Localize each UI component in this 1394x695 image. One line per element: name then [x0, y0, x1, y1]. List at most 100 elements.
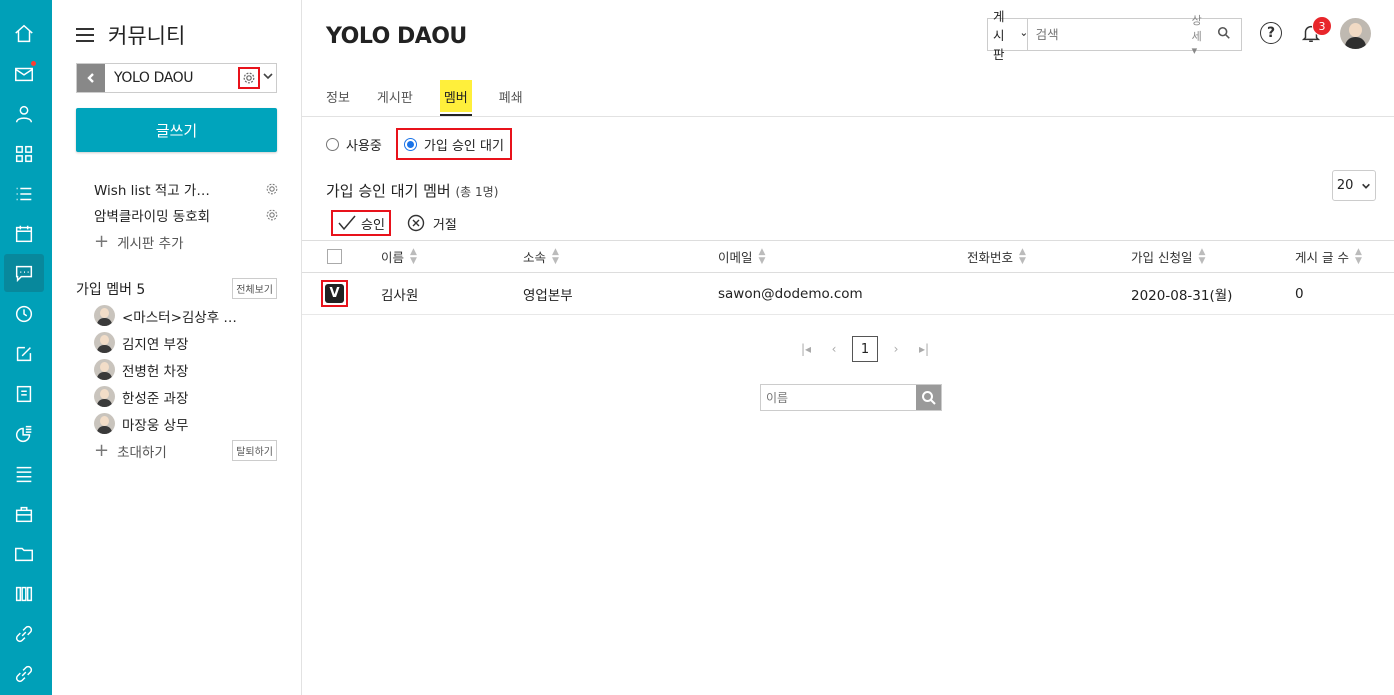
column-label: 가입 신청일 — [1131, 250, 1193, 265]
select-all-checkbox-cell — [327, 241, 342, 272]
leave-community-button[interactable]: 탈퇴하기 — [232, 440, 277, 461]
board-item[interactable]: 암벽클라이밍 동호회 — [94, 202, 279, 228]
board-settings-gear-icon[interactable] — [265, 208, 279, 222]
reject-label: 거절 — [432, 217, 457, 233]
search-icon[interactable] — [1217, 26, 1241, 44]
column-label: 이름 — [381, 250, 405, 265]
briefcase-icon[interactable] — [4, 495, 44, 533]
row-checkbox[interactable]: V — [325, 284, 344, 303]
prev-page-icon[interactable]: ‹ — [824, 342, 844, 356]
check-icon — [338, 215, 356, 231]
select-all-checkbox[interactable] — [327, 249, 342, 264]
detail-search-toggle[interactable]: 상세 ▾ — [1192, 12, 1207, 57]
menu-icon[interactable] — [76, 28, 94, 42]
next-page-icon[interactable]: › — [886, 342, 906, 356]
archive-icon[interactable] — [4, 455, 44, 493]
help-icon[interactable]: ? — [1260, 22, 1282, 44]
cell-email: sawon@dodemo.com — [718, 285, 863, 302]
link-icon[interactable] — [4, 615, 44, 653]
avatar — [94, 386, 115, 407]
folder-icon[interactable] — [4, 535, 44, 573]
highlight-box: 가입 승인 대기 — [395, 128, 512, 160]
mail-icon[interactable] — [4, 55, 44, 93]
column-header-date[interactable]: 가입 신청일 ▲ ▼ — [1131, 241, 1205, 272]
calendar-icon[interactable] — [4, 215, 44, 253]
board-settings-gear-icon[interactable] — [265, 182, 279, 196]
page-number-current[interactable]: 1 — [852, 336, 878, 362]
member-item[interactable]: 전병헌 차장 — [94, 356, 277, 383]
member-status-filter: 사용중 가입 승인 대기 — [326, 128, 512, 160]
column-header-dept[interactable]: 소속 ▲ ▼ — [523, 241, 559, 272]
contacts-icon[interactable] — [4, 95, 44, 133]
invite-link[interactable]: + 초대하기 — [94, 441, 167, 461]
column-header-name[interactable]: 이름 ▲ ▼ — [381, 241, 417, 272]
avatar — [94, 332, 115, 353]
column-header-posts[interactable]: 게시 글 수 ▲ ▼ — [1295, 241, 1362, 272]
avatar — [94, 413, 115, 434]
community-icon[interactable] — [4, 254, 44, 292]
member-search-input[interactable] — [761, 385, 916, 410]
member-search-button[interactable] — [916, 385, 941, 410]
member-item[interactable]: <마스터>김상후 … — [94, 302, 277, 329]
sort-icon: ▲ ▼ — [1198, 246, 1206, 266]
tab-info[interactable]: 정보 — [326, 80, 350, 112]
apps-grid-icon[interactable] — [4, 135, 44, 173]
survey-icon[interactable] — [4, 415, 44, 453]
link-icon-2[interactable] — [4, 655, 44, 693]
write-post-button[interactable]: 글쓰기 — [76, 108, 277, 152]
member-search — [760, 384, 942, 411]
sort-icon: ▲ ▼ — [1019, 246, 1026, 266]
pagination: |◂ ‹ 1 › ▸| — [792, 336, 938, 362]
home-icon[interactable] — [4, 15, 44, 53]
table-row[interactable]: V 김사원 영업본부 sawon@dodemo.com 2020-08-31(월… — [302, 273, 1394, 315]
search-input[interactable] — [1027, 19, 1192, 50]
first-page-icon[interactable]: |◂ — [796, 342, 816, 356]
section-title: 가입 승인 대기 멤버 (총 1명) — [326, 180, 498, 201]
board-item[interactable]: Wish list 적고 가… — [94, 176, 279, 202]
highlight-box: V — [321, 280, 348, 307]
tab-boards[interactable]: 게시판 — [377, 80, 413, 112]
community-settings-gear-icon[interactable] — [238, 67, 260, 89]
member-name: 김지연 부장 — [122, 336, 189, 353]
radio-circle[interactable] — [326, 137, 339, 151]
member-table: 이름 ▲ ▼ 소속 ▲ ▼ 이메일 ▲ ▼ 전화번호 ▲ ▼ 가입 신청일 ▲ ▼ 게시 글 수 ▲ ▼… — [302, 240, 1394, 315]
back-button[interactable] — [77, 64, 105, 92]
sort-icon: ▲ ▼ — [1354, 246, 1362, 266]
search-scope-select[interactable]: 게시판 — [988, 9, 1028, 62]
plus-icon: + — [94, 439, 110, 461]
last-page-icon[interactable]: ▸| — [914, 342, 934, 356]
plus-icon: + — [94, 231, 110, 252]
books-icon[interactable] — [4, 575, 44, 613]
section-title-text: 가입 승인 대기 멤버 — [326, 182, 451, 200]
list-icon[interactable] — [4, 175, 44, 213]
tab-members[interactable]: 멤버 — [439, 80, 472, 116]
column-label: 소속 — [523, 250, 547, 265]
add-board-link[interactable]: + 게시판 추가 — [94, 228, 279, 256]
view-all-members-button[interactable]: 전체보기 — [232, 278, 277, 299]
member-item[interactable]: 김지연 부장 — [94, 329, 277, 356]
approve-button[interactable]: 승인 — [331, 210, 391, 236]
edit-icon[interactable] — [4, 335, 44, 373]
chevron-down-icon[interactable] — [262, 70, 276, 86]
clock-icon[interactable] — [4, 295, 44, 333]
column-header-email[interactable]: 이메일 ▲ ▼ — [718, 241, 765, 272]
tab-close[interactable]: 폐쇄 — [499, 80, 523, 112]
page-size-select[interactable]: 20 — [1332, 170, 1376, 201]
column-header-phone[interactable]: 전화번호 ▲ ▼ — [967, 241, 1026, 272]
member-item[interactable]: 한성준 과장 — [94, 383, 277, 410]
sort-icon: ▲ ▼ — [410, 246, 417, 266]
section-count: (총 1명) — [455, 185, 499, 199]
radio-in-use[interactable]: 사용중 — [326, 135, 382, 154]
report-icon[interactable] — [4, 375, 44, 413]
members-header: 가입 멤버 5 전체보기 — [76, 278, 277, 299]
main-content: YOLO DAOU 게시판 상세 ▾ ? 3 정보 게시판 멤버 폐쇄 사용중 … — [302, 0, 1394, 695]
member-item[interactable]: 마장웅 상무 — [94, 410, 277, 437]
reject-button[interactable]: 거절 — [407, 214, 457, 233]
sidebar-header: 커뮤니티 — [76, 20, 185, 50]
community-selector[interactable]: YOLO DAOU — [76, 63, 277, 93]
table-header: 이름 ▲ ▼ 소속 ▲ ▼ 이메일 ▲ ▼ 전화번호 ▲ ▼ 가입 신청일 ▲ ▼ 게시 글 수 ▲ ▼ — [302, 240, 1394, 273]
radio-pending[interactable]: 가입 승인 대기 — [403, 135, 504, 154]
invite-row: + 초대하기 탈퇴하기 — [94, 440, 277, 461]
radio-circle-selected[interactable] — [403, 137, 417, 151]
user-avatar[interactable] — [1340, 18, 1371, 49]
